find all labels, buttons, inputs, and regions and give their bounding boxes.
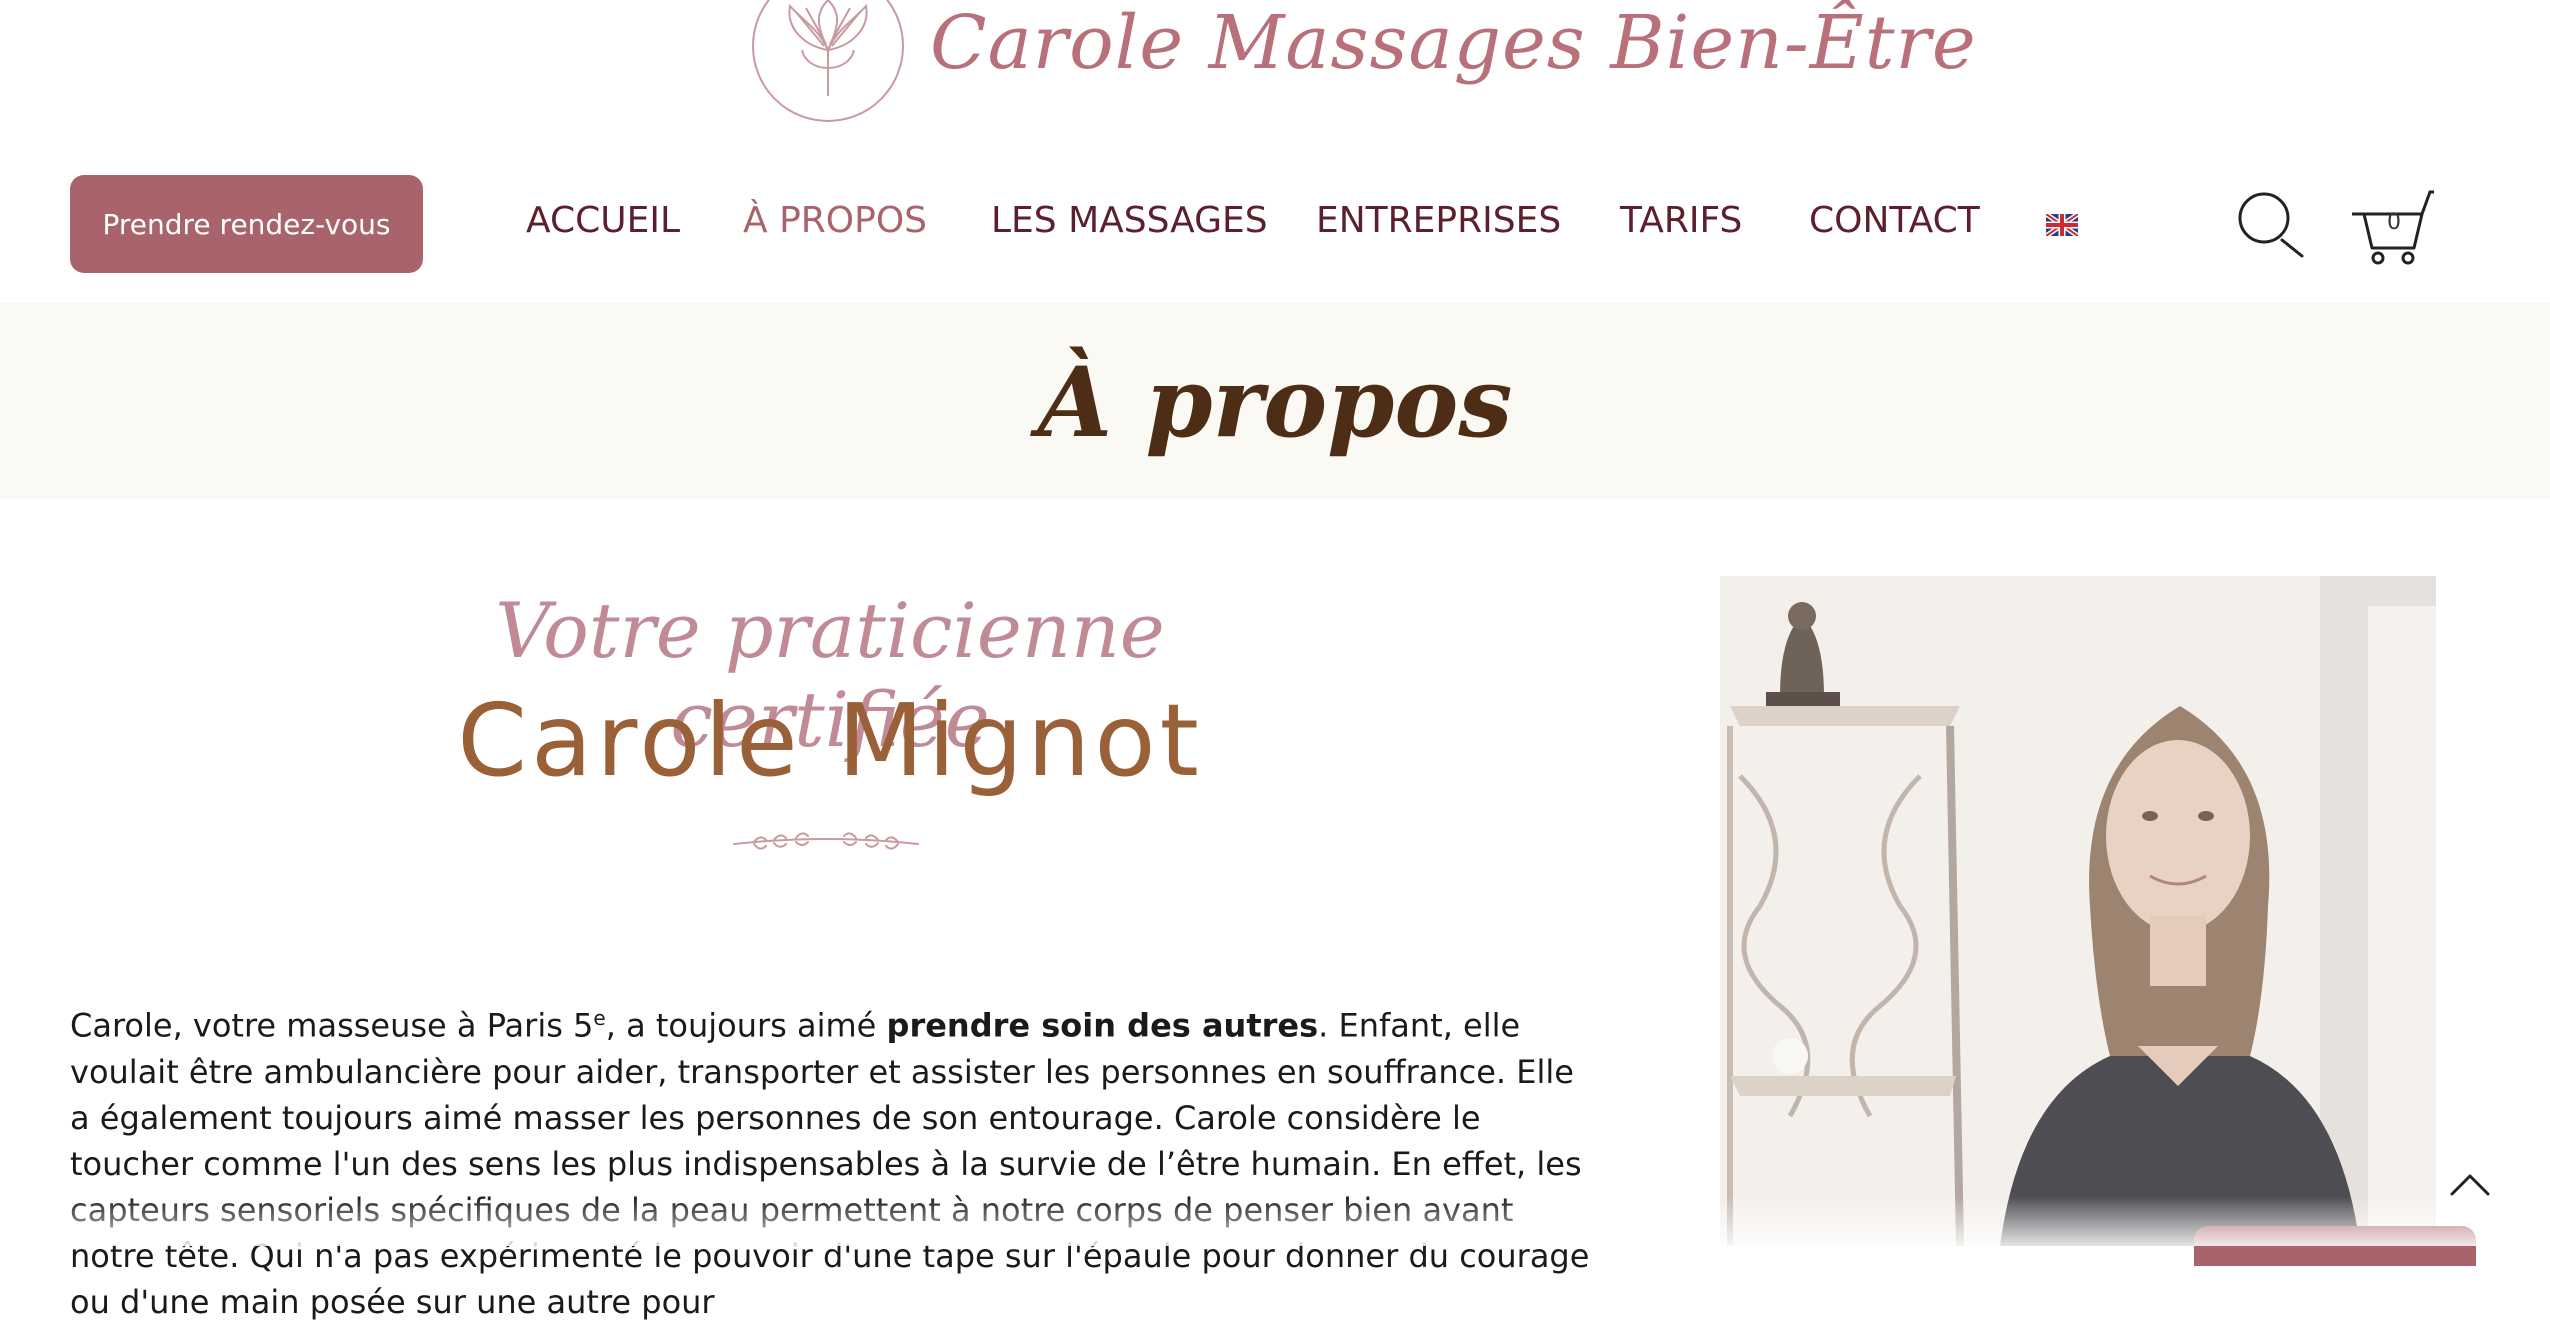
book-appointment-button[interactable]: Prendre rendez-vous bbox=[70, 175, 423, 273]
nav-item-entreprises[interactable]: ENTREPRISES bbox=[1316, 200, 1561, 241]
intro-text-mid: , a toujours aimé bbox=[605, 1006, 887, 1045]
intro-superscript: e bbox=[593, 1006, 606, 1030]
nav-item-contact[interactable]: CONTACT bbox=[1809, 200, 1980, 241]
practitioner-name: Carole Mignot bbox=[457, 682, 1203, 799]
intro-paragraph: Carole, votre masseuse à Paris 5e, a tou… bbox=[70, 995, 1590, 1325]
nav-item-a-propos[interactable]: À PROPOS bbox=[743, 200, 927, 241]
site-logo-text: Carole Massages Bien-Être bbox=[930, 0, 1977, 86]
leaf-divider-icon bbox=[733, 832, 919, 850]
cart-count: 0 bbox=[2387, 210, 2401, 235]
intro-text-start: Carole, votre masseuse à Paris 5 bbox=[70, 1006, 594, 1045]
floating-action-button[interactable] bbox=[2194, 1226, 2476, 1266]
intro-text-bold: prendre soin des autres bbox=[886, 1006, 1319, 1045]
nav-item-les-massages[interactable]: LES MASSAGES bbox=[991, 200, 1268, 241]
page-title-band: À propos bbox=[0, 303, 2550, 499]
page-title: À propos bbox=[1037, 346, 1513, 459]
intro-text-end: . Enfant, elle voulait être ambulancière… bbox=[70, 1006, 1590, 1321]
search-icon[interactable] bbox=[2236, 190, 2306, 260]
scroll-to-top-chevron-icon[interactable] bbox=[2446, 1166, 2494, 1202]
uk-flag-icon[interactable] bbox=[2046, 214, 2078, 236]
site-logo[interactable]: Carole Massages Bien-Être bbox=[752, 0, 1976, 130]
site-header: Carole Massages Bien-Être Prendre rendez… bbox=[0, 0, 2550, 303]
ginkgo-logo-icon bbox=[752, 0, 904, 122]
practitioner-photo bbox=[1720, 576, 2436, 1246]
nav-item-accueil[interactable]: ACCUEIL bbox=[526, 200, 680, 241]
nav-item-tarifs[interactable]: TARIFS bbox=[1620, 200, 1742, 241]
